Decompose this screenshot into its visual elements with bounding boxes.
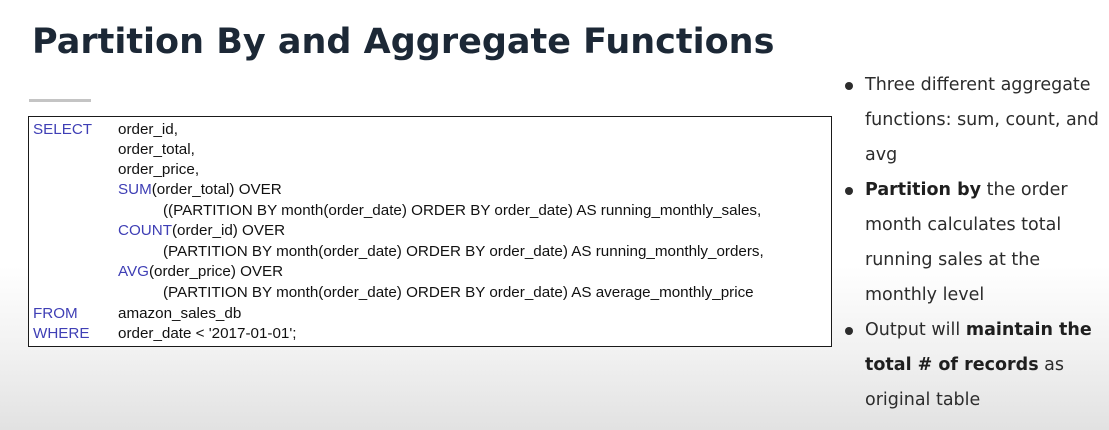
code-text: (order_price) OVER	[148, 263, 284, 280]
code-text: order_id,	[118, 121, 178, 138]
slide-title: Partition By and Aggregate Functions	[32, 22, 775, 62]
sql-function-sum: SUM	[118, 181, 152, 198]
code-line-from: FROM amazon_sales_db	[29, 304, 829, 324]
sql-code-block: SELECT order_id, order_total, order_pric…	[28, 116, 832, 347]
code-text: (order_id) OVER	[172, 222, 286, 239]
code-line: order_total,	[118, 140, 195, 160]
code-text: (PARTITION BY month(order_date) ORDER BY…	[163, 284, 754, 301]
code-line: ((PARTITION BY month(order_date) ORDER B…	[163, 201, 761, 221]
bullet-text: Output will	[865, 320, 966, 340]
bullet-text-bold: Partition by	[865, 180, 982, 200]
title-underline	[29, 99, 91, 102]
code-text: order_price,	[118, 161, 200, 178]
bullet-dot-icon	[845, 327, 853, 335]
sql-keyword-from: FROM	[33, 305, 78, 322]
code-text: amazon_sales_db	[118, 305, 242, 322]
code-text: order_date < '2017-01-01';	[118, 325, 297, 342]
bullet-dot-icon	[845, 187, 853, 195]
code-line-where: WHERE order_date < '2017-01-01';	[29, 324, 829, 344]
bullet-text: Three different aggregate functions: sum…	[865, 75, 1099, 165]
code-line: COUNT(order_id) OVER	[118, 221, 285, 241]
code-line: SUM(order_total) OVER	[118, 180, 282, 200]
code-text: (order_total) OVER	[151, 181, 282, 198]
code-line: (PARTITION BY month(order_date) ORDER BY…	[163, 242, 764, 262]
code-line: AVG(order_price) OVER	[118, 262, 283, 282]
code-line: order_price,	[118, 160, 199, 180]
code-line-select: SELECT order_id,	[29, 120, 829, 140]
bullet-dot-icon	[845, 82, 853, 90]
code-text: ((PARTITION BY month(order_date) ORDER B…	[163, 202, 762, 219]
sql-function-avg: AVG	[118, 263, 149, 280]
sql-keyword-where: WHERE	[33, 325, 90, 342]
bullet-item: Three different aggregate functions: sum…	[842, 68, 1104, 173]
bullet-list: Three different aggregate functions: sum…	[842, 68, 1104, 418]
sql-function-count: COUNT	[118, 222, 172, 239]
bullet-item: Partition by the order month calculates …	[842, 173, 1104, 313]
code-text: order_total,	[118, 141, 195, 158]
code-text: (PARTITION BY month(order_date) ORDER BY…	[163, 243, 764, 260]
code-line: (PARTITION BY month(order_date) ORDER BY…	[163, 283, 754, 303]
bullet-item: Output will maintain the total # of reco…	[842, 313, 1104, 418]
sql-keyword-select: SELECT	[33, 121, 93, 138]
